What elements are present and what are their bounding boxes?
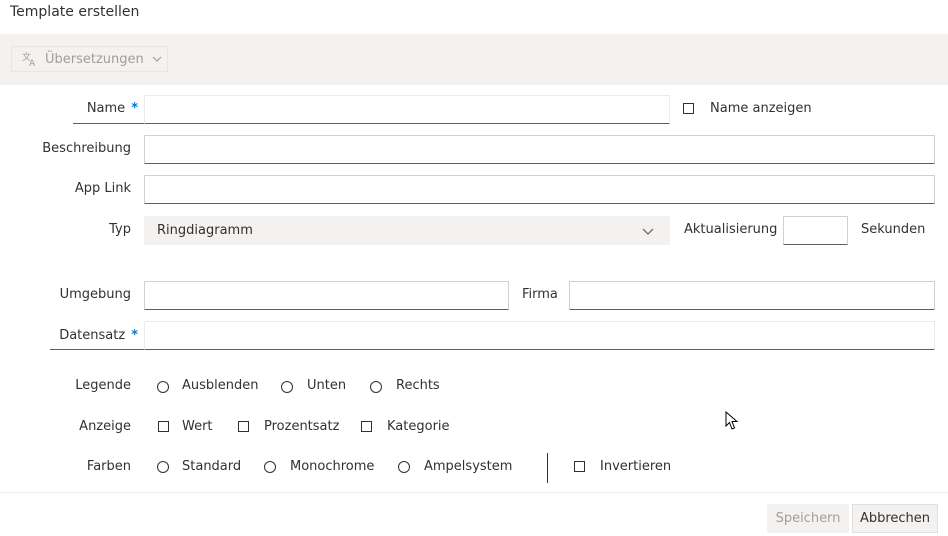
invert-checkbox[interactable]: [574, 461, 585, 472]
colors-radio-monochrome[interactable]: [264, 461, 276, 473]
company-label: Firma: [522, 287, 558, 302]
dataset-focus-underline: [50, 349, 144, 350]
name-focus-underline: [73, 123, 144, 124]
description-label: Beschreibung: [42, 141, 131, 156]
dataset-label: Datensatz: [59, 328, 126, 343]
translations-label: Übersetzungen: [45, 51, 144, 67]
environment-label: Umgebung: [59, 287, 131, 302]
colors-radio-standard[interactable]: [157, 461, 169, 473]
cancel-button[interactable]: Abbrechen: [852, 504, 938, 533]
invert-label: Invertieren: [600, 459, 672, 474]
save-button[interactable]: Speichern: [767, 504, 849, 533]
colors-label: Farben: [86, 459, 131, 474]
name-label-group: Name *: [40, 101, 138, 116]
refresh-unit-label: Sekunden: [861, 222, 926, 237]
refresh-label: Aktualisierung: [684, 222, 778, 237]
colors-option-monochrome: Monochrome: [290, 459, 375, 474]
svg-text:A: A: [29, 59, 36, 67]
legend-radio-bottom[interactable]: [281, 381, 293, 393]
name-input[interactable]: [144, 95, 670, 124]
colors-option-traffic-light: Ampelsystem: [424, 459, 513, 474]
colors-divider: [547, 453, 548, 483]
app-link-label: App Link: [74, 181, 131, 196]
dialog-title: Template erstellen: [10, 4, 140, 20]
chevron-down-icon: [152, 56, 162, 62]
chevron-down-icon: [642, 228, 654, 235]
name-label: Name: [86, 101, 126, 116]
colors-radio-traffic-light[interactable]: [398, 461, 410, 473]
dataset-label-group: Datensatz *: [40, 328, 138, 343]
legend-radio-right[interactable]: [370, 381, 382, 393]
name-required-mark: *: [131, 101, 138, 116]
type-selected-value: Ringdiagramm: [157, 223, 253, 238]
display-option-category: Kategorie: [387, 419, 450, 434]
legend-label: Legende: [75, 378, 131, 393]
show-name-label: Name anzeigen: [710, 101, 812, 116]
dataset-input[interactable]: [144, 321, 935, 350]
translations-button[interactable]: 文 A Übersetzungen: [11, 46, 168, 72]
legend-radio-hide[interactable]: [157, 381, 169, 393]
display-option-percentage: Prozentsatz: [264, 419, 340, 434]
display-checkbox-value[interactable]: [158, 421, 169, 432]
refresh-seconds-input[interactable]: [783, 216, 848, 245]
company-input[interactable]: [569, 281, 935, 310]
legend-option-right: Rechts: [396, 378, 440, 393]
mouse-cursor-icon: [725, 411, 739, 430]
footer-divider: [0, 492, 948, 493]
display-label: Anzeige: [79, 419, 131, 434]
display-checkbox-category[interactable]: [361, 421, 372, 432]
environment-input[interactable]: [144, 281, 509, 310]
type-dropdown[interactable]: Ringdiagramm: [144, 216, 670, 245]
description-input[interactable]: [144, 135, 935, 164]
app-link-input[interactable]: [144, 175, 935, 204]
legend-option-bottom: Unten: [307, 378, 347, 393]
display-option-value: Wert: [182, 419, 213, 434]
legend-option-hide: Ausblenden: [182, 378, 259, 393]
translate-icon: 文 A: [22, 51, 36, 67]
type-label: Typ: [109, 222, 131, 237]
dataset-required-mark: *: [131, 328, 138, 343]
display-checkbox-percentage[interactable]: [238, 421, 249, 432]
colors-option-standard: Standard: [182, 459, 242, 474]
show-name-checkbox[interactable]: [683, 103, 694, 114]
